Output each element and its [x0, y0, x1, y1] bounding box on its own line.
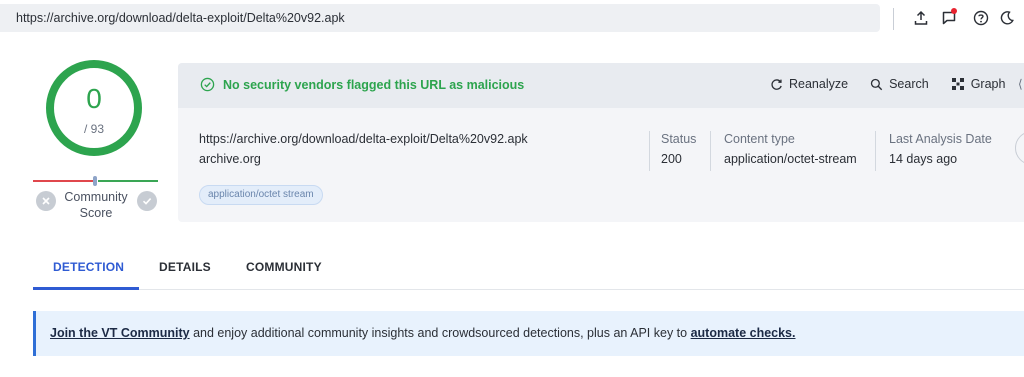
- detection-score-ring: 0 / 93: [44, 58, 144, 158]
- column-divider: [875, 131, 876, 171]
- automate-checks-link[interactable]: automate checks.: [691, 326, 796, 340]
- banner-middle-text: and enjoy additional community insights …: [189, 326, 691, 340]
- last-analysis-label: Last Analysis Date: [889, 132, 992, 146]
- search-icon: [870, 78, 883, 90]
- column-divider: [710, 131, 711, 171]
- join-community-link[interactable]: Join the VT Community: [50, 326, 190, 340]
- search-button[interactable]: Search: [870, 77, 929, 91]
- panel-header: No security vendors flagged this URL as …: [178, 63, 1024, 108]
- detection-count: 0: [86, 83, 102, 114]
- column-divider: [649, 131, 650, 171]
- content-type-label: Content type: [724, 132, 795, 146]
- graph-label: Graph: [970, 77, 1006, 91]
- notification-icon[interactable]: [940, 8, 958, 27]
- top-bar: https://archive.org/download/delta-explo…: [0, 0, 1024, 36]
- status-value: 200: [661, 152, 682, 166]
- analyzed-url[interactable]: https://archive.org/download/delta-explo…: [199, 132, 528, 146]
- analyzed-domain[interactable]: archive.org: [199, 152, 261, 166]
- community-score-label: Community Score: [60, 189, 132, 221]
- tab-community[interactable]: COMMUNITY: [246, 260, 322, 274]
- notification-dot: [951, 8, 957, 14]
- status-label: Status: [661, 132, 697, 146]
- reanalyze-label: Reanalyze: [789, 77, 849, 91]
- vote-harmless-button[interactable]: [137, 191, 157, 211]
- tab-bar-rule: [33, 289, 1024, 290]
- active-tab-indicator: [33, 287, 139, 290]
- check-circle-icon: [200, 77, 215, 92]
- community-score-bar: [33, 176, 158, 186]
- last-analysis-value: 14 days ago: [889, 152, 958, 166]
- content-type-value: application/octet-stream: [724, 152, 857, 166]
- banner-text: Join the VT Community and enjoy addition…: [50, 326, 796, 340]
- graph-icon: [951, 78, 964, 90]
- verdict-text: No security vendors flagged this URL as …: [223, 77, 525, 92]
- community-negative-bar: [33, 180, 93, 182]
- dark-mode-icon[interactable]: [998, 9, 1016, 27]
- tab-details[interactable]: DETAILS: [159, 260, 211, 274]
- tab-bar: DETECTION DETAILS COMMUNITY: [0, 250, 1024, 291]
- upload-icon[interactable]: [912, 9, 930, 27]
- total-vendors: / 93: [83, 122, 104, 136]
- community-banner: Join the VT Community and enjoy addition…: [33, 311, 1024, 356]
- community-positive-bar: [98, 180, 158, 182]
- url-search-input[interactable]: https://archive.org/download/delta-explo…: [0, 4, 880, 32]
- verdict-banner: No security vendors flagged this URL as …: [200, 77, 524, 92]
- thumbnail-placeholder: [1015, 131, 1024, 165]
- toolbar-divider: [893, 8, 894, 30]
- close-icon: [42, 197, 50, 205]
- check-icon: [142, 198, 152, 205]
- analysis-summary-panel: No security vendors flagged this URL as …: [178, 63, 1024, 222]
- graph-button[interactable]: Graph: [951, 77, 1006, 91]
- content-type-tag[interactable]: application/octet stream: [199, 185, 323, 205]
- community-label-line1: Community: [64, 190, 128, 204]
- help-icon[interactable]: [972, 9, 990, 27]
- community-label-line2: Score: [79, 206, 113, 220]
- vote-harmful-button[interactable]: [36, 191, 56, 211]
- reanalyze-button[interactable]: Reanalyze: [770, 77, 848, 91]
- action-bar: Reanalyze Search Graph: [770, 77, 1005, 91]
- community-score-marker: [93, 176, 97, 186]
- refresh-icon: [771, 78, 782, 90]
- tab-detection[interactable]: DETECTION: [53, 260, 124, 274]
- more-actions-icon[interactable]: ⟨: [1018, 77, 1023, 91]
- search-label: Search: [889, 77, 929, 91]
